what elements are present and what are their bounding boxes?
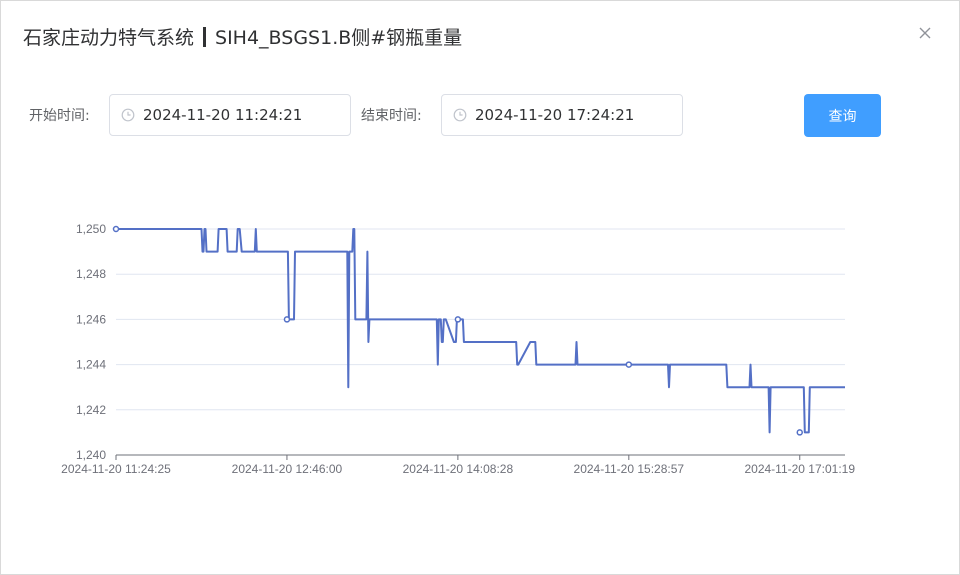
y-tick-label: 1,242: [76, 403, 106, 417]
data-point: [283, 316, 291, 323]
data-point: [454, 316, 462, 323]
chart-dialog: 石家庄动力特气系统 SIH4_BSGS1.B侧#钢瓶重量 开始时间: 2024-…: [0, 0, 960, 575]
x-tick-label: 2024-11-20 17:01:19: [744, 462, 855, 476]
y-tick-label: 1,248: [76, 267, 106, 281]
data-point: [625, 361, 633, 368]
series-line: [116, 228, 845, 434]
data-point: [112, 225, 120, 233]
y-tick-label: 1,246: [76, 312, 106, 326]
x-tick-label: 2024-11-20 14:08:28: [403, 462, 514, 476]
x-tick-label: 2024-11-20 11:24:25: [61, 462, 171, 476]
x-tick-label: 2024-11-20 15:28:57: [574, 462, 685, 476]
y-tick-label: 1,250: [76, 222, 106, 236]
x-tick-label: 2024-11-20 12:46:00: [232, 462, 343, 476]
data-point: [796, 429, 804, 436]
y-tick-label: 1,240: [76, 448, 106, 462]
weight-line-chart: 1,240 1,242 1,244 1,246 1,248 1,250 2024-11-20…: [61, 222, 855, 476]
y-tick-label: 1,244: [76, 358, 106, 372]
